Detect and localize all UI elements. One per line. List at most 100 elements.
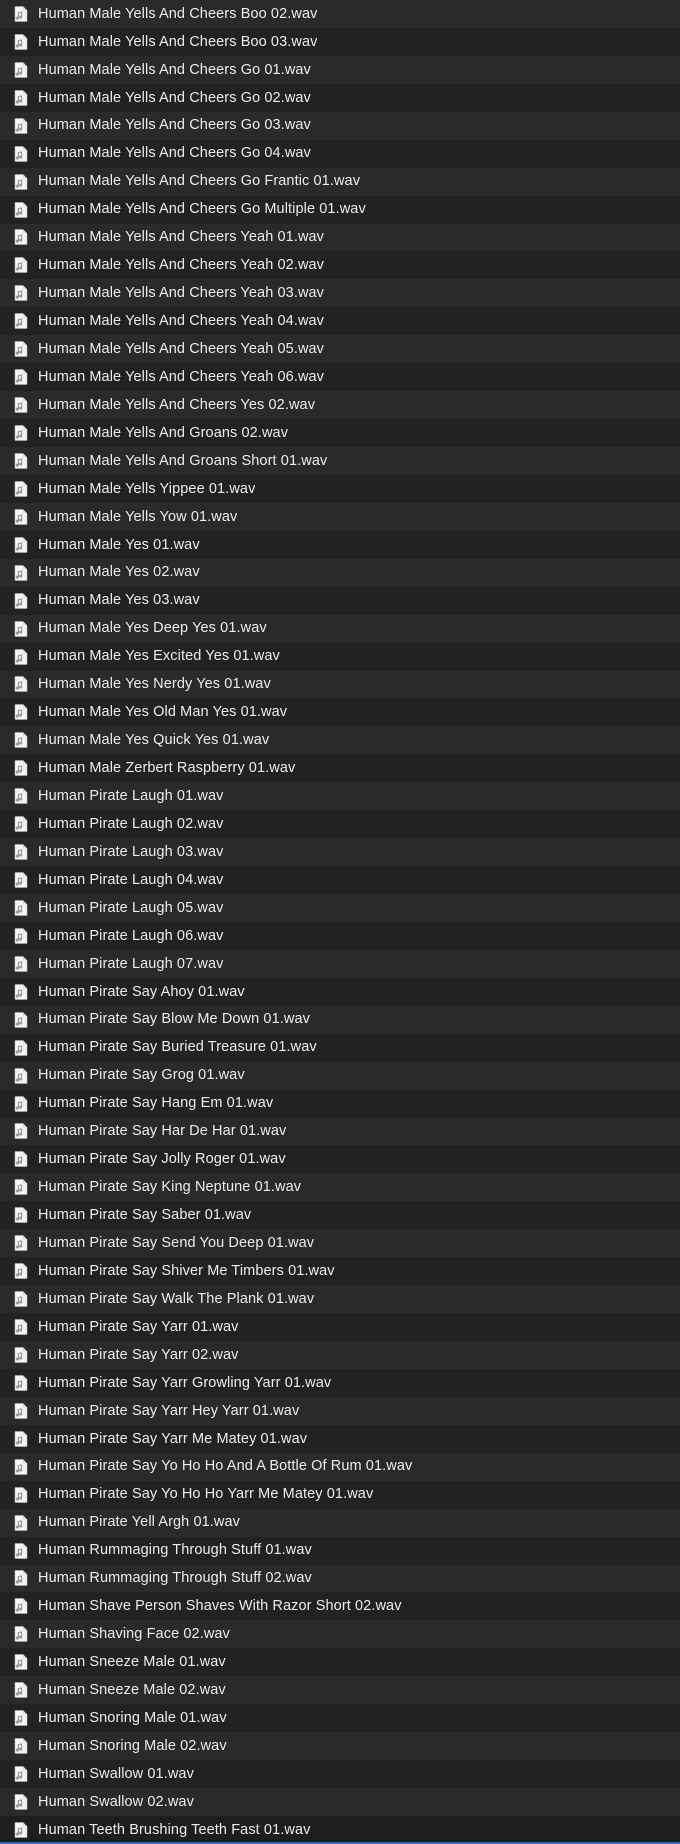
- file-row[interactable]: Human Pirate Say Yo Ho Ho Yarr Me Matey …: [0, 1481, 680, 1509]
- file-row[interactable]: Human Shaving Face 02.wav: [0, 1620, 680, 1648]
- file-row[interactable]: Human Swallow 01.wav: [0, 1760, 680, 1788]
- file-row[interactable]: Human Pirate Yell Argh 01.wav: [0, 1509, 680, 1537]
- file-row[interactable]: Human Pirate Say Yarr Hey Yarr 01.wav: [0, 1397, 680, 1425]
- file-row[interactable]: Human Pirate Laugh 06.wav: [0, 922, 680, 950]
- file-row[interactable]: Human Pirate Say Buried Treasure 01.wav: [0, 1034, 680, 1062]
- file-row[interactable]: Human Pirate Say Yarr 01.wav: [0, 1313, 680, 1341]
- file-row[interactable]: Human Teeth Brushing Teeth Fast 01.wav: [0, 1816, 680, 1844]
- file-row[interactable]: Human Male Yells And Cheers Yeah 06.wav: [0, 363, 680, 391]
- audio-file-icon: [12, 312, 30, 330]
- file-row[interactable]: Human Male Yes Excited Yes 01.wav: [0, 643, 680, 671]
- file-row[interactable]: Human Pirate Laugh 04.wav: [0, 866, 680, 894]
- file-row[interactable]: Human Male Yes Deep Yes 01.wav: [0, 615, 680, 643]
- file-name: Human Male Yells And Cheers Go 04.wav: [38, 146, 311, 161]
- file-name: Human Pirate Laugh 07.wav: [38, 957, 223, 972]
- file-row[interactable]: Human Sneeze Male 01.wav: [0, 1648, 680, 1676]
- audio-file-icon: [12, 340, 30, 358]
- file-row[interactable]: Human Pirate Say King Neptune 01.wav: [0, 1173, 680, 1201]
- file-row[interactable]: Human Male Yells And Cheers Go Frantic 0…: [0, 168, 680, 196]
- file-name: Human Pirate Say Yarr Hey Yarr 01.wav: [38, 1404, 299, 1419]
- file-name: Human Pirate Laugh 02.wav: [38, 817, 223, 832]
- file-row[interactable]: Human Male Yells And Cheers Go 02.wav: [0, 84, 680, 112]
- audio-file-icon: [12, 201, 30, 219]
- file-row[interactable]: Human Male Yells And Cheers Boo 02.wav: [0, 0, 680, 28]
- file-row[interactable]: Human Pirate Say Jolly Roger 01.wav: [0, 1145, 680, 1173]
- file-row[interactable]: Human Pirate Say Shiver Me Timbers 01.wa…: [0, 1257, 680, 1285]
- audio-file-icon: [12, 145, 30, 163]
- audio-file-icon: [12, 983, 30, 1001]
- file-row[interactable]: Human Pirate Laugh 01.wav: [0, 782, 680, 810]
- audio-file-icon: [12, 815, 30, 833]
- file-row[interactable]: Human Male Yells And Groans 02.wav: [0, 419, 680, 447]
- file-row[interactable]: Human Male Yells And Cheers Go 03.wav: [0, 112, 680, 140]
- file-row[interactable]: Human Male Yells And Cheers Go 01.wav: [0, 56, 680, 84]
- file-row[interactable]: Human Sneeze Male 02.wav: [0, 1676, 680, 1704]
- file-row[interactable]: Human Pirate Say Hang Em 01.wav: [0, 1090, 680, 1118]
- audio-file-icon: [12, 1039, 30, 1057]
- file-row[interactable]: Human Pirate Say Yo Ho Ho And A Bottle O…: [0, 1453, 680, 1481]
- file-row[interactable]: Human Swallow 02.wav: [0, 1788, 680, 1816]
- file-row[interactable]: Human Male Yes Nerdy Yes 01.wav: [0, 671, 680, 699]
- file-row[interactable]: Human Male Yells And Cheers Yeah 04.wav: [0, 307, 680, 335]
- file-row[interactable]: Human Male Yells And Groans Short 01.wav: [0, 447, 680, 475]
- file-row[interactable]: Human Male Yells And Cheers Yeah 05.wav: [0, 335, 680, 363]
- file-row[interactable]: Human Pirate Laugh 03.wav: [0, 838, 680, 866]
- file-name: Human Male Yells And Groans 02.wav: [38, 426, 288, 441]
- file-row[interactable]: Human Pirate Say Grog 01.wav: [0, 1062, 680, 1090]
- file-row[interactable]: Human Pirate Laugh 02.wav: [0, 810, 680, 838]
- file-name: Human Rummaging Through Stuff 01.wav: [38, 1543, 312, 1558]
- file-name: Human Teeth Brushing Teeth Fast 01.wav: [38, 1823, 310, 1838]
- file-name: Human Male Yells And Cheers Go 02.wav: [38, 91, 311, 106]
- file-row[interactable]: Human Snoring Male 02.wav: [0, 1732, 680, 1760]
- file-row[interactable]: Human Male Yells And Cheers Yeah 03.wav: [0, 279, 680, 307]
- file-row[interactable]: Human Male Yells And Cheers Yeah 01.wav: [0, 224, 680, 252]
- file-row[interactable]: Human Male Yells And Cheers Yes 02.wav: [0, 391, 680, 419]
- file-row[interactable]: Human Male Yells And Cheers Yeah 02.wav: [0, 251, 680, 279]
- file-row[interactable]: Human Pirate Say Yarr Growling Yarr 01.w…: [0, 1369, 680, 1397]
- file-name: Human Pirate Say Saber 01.wav: [38, 1208, 251, 1223]
- file-row[interactable]: Human Pirate Say Ahoy 01.wav: [0, 978, 680, 1006]
- file-name: Human Male Yells And Cheers Go 01.wav: [38, 63, 311, 78]
- file-row[interactable]: Human Pirate Say Blow Me Down 01.wav: [0, 1006, 680, 1034]
- file-name: Human Pirate Say Har De Har 01.wav: [38, 1124, 286, 1139]
- audio-file-icon: [12, 787, 30, 805]
- file-row[interactable]: Human Rummaging Through Stuff 01.wav: [0, 1537, 680, 1565]
- audio-file-icon: [12, 480, 30, 498]
- file-row[interactable]: Human Male Yes 03.wav: [0, 587, 680, 615]
- file-row[interactable]: Human Male Yes 01.wav: [0, 531, 680, 559]
- file-row[interactable]: Human Male Yells And Cheers Go Multiple …: [0, 196, 680, 224]
- audio-file-icon: [12, 1318, 30, 1336]
- file-row[interactable]: Human Male Zerbert Raspberry 01.wav: [0, 754, 680, 782]
- file-name: Human Pirate Laugh 05.wav: [38, 901, 223, 916]
- file-name: Human Male Yells Yow 01.wav: [38, 510, 237, 525]
- file-row[interactable]: Human Shave Person Shaves With Razor Sho…: [0, 1592, 680, 1620]
- file-row[interactable]: Human Pirate Laugh 05.wav: [0, 894, 680, 922]
- file-name: Human Pirate Say Yarr Me Matey 01.wav: [38, 1432, 307, 1447]
- file-row[interactable]: Human Pirate Say Send You Deep 01.wav: [0, 1229, 680, 1257]
- file-row[interactable]: Human Pirate Say Har De Har 01.wav: [0, 1118, 680, 1146]
- file-name: Human Swallow 01.wav: [38, 1767, 194, 1782]
- audio-file-icon: [12, 284, 30, 302]
- audio-file-icon: [12, 1402, 30, 1420]
- file-row[interactable]: Human Male Yells And Cheers Go 04.wav: [0, 140, 680, 168]
- file-row[interactable]: Human Pirate Laugh 07.wav: [0, 950, 680, 978]
- file-row[interactable]: Human Male Yes 02.wav: [0, 559, 680, 587]
- file-row[interactable]: Human Pirate Say Walk The Plank 01.wav: [0, 1285, 680, 1313]
- file-name: Human Sneeze Male 02.wav: [38, 1683, 226, 1698]
- file-name: Human Sneeze Male 01.wav: [38, 1655, 226, 1670]
- file-row[interactable]: Human Rummaging Through Stuff 02.wav: [0, 1565, 680, 1593]
- file-name: Human Male Yes Excited Yes 01.wav: [38, 649, 280, 664]
- audio-file-icon: [12, 89, 30, 107]
- file-row[interactable]: Human Pirate Say Yarr 02.wav: [0, 1341, 680, 1369]
- file-row[interactable]: Human Male Yes Old Man Yes 01.wav: [0, 698, 680, 726]
- file-name: Human Male Yes 02.wav: [38, 565, 200, 580]
- file-row[interactable]: Human Pirate Say Yarr Me Matey 01.wav: [0, 1425, 680, 1453]
- audio-file-icon: [12, 1542, 30, 1560]
- file-row[interactable]: Human Male Yells Yow 01.wav: [0, 503, 680, 531]
- file-name: Human Pirate Say Yarr Growling Yarr 01.w…: [38, 1376, 331, 1391]
- file-row[interactable]: Human Pirate Say Saber 01.wav: [0, 1201, 680, 1229]
- file-row[interactable]: Human Male Yells Yippee 01.wav: [0, 475, 680, 503]
- file-row[interactable]: Human Male Yells And Cheers Boo 03.wav: [0, 28, 680, 56]
- file-row[interactable]: Human Snoring Male 01.wav: [0, 1704, 680, 1732]
- file-row[interactable]: Human Male Yes Quick Yes 01.wav: [0, 726, 680, 754]
